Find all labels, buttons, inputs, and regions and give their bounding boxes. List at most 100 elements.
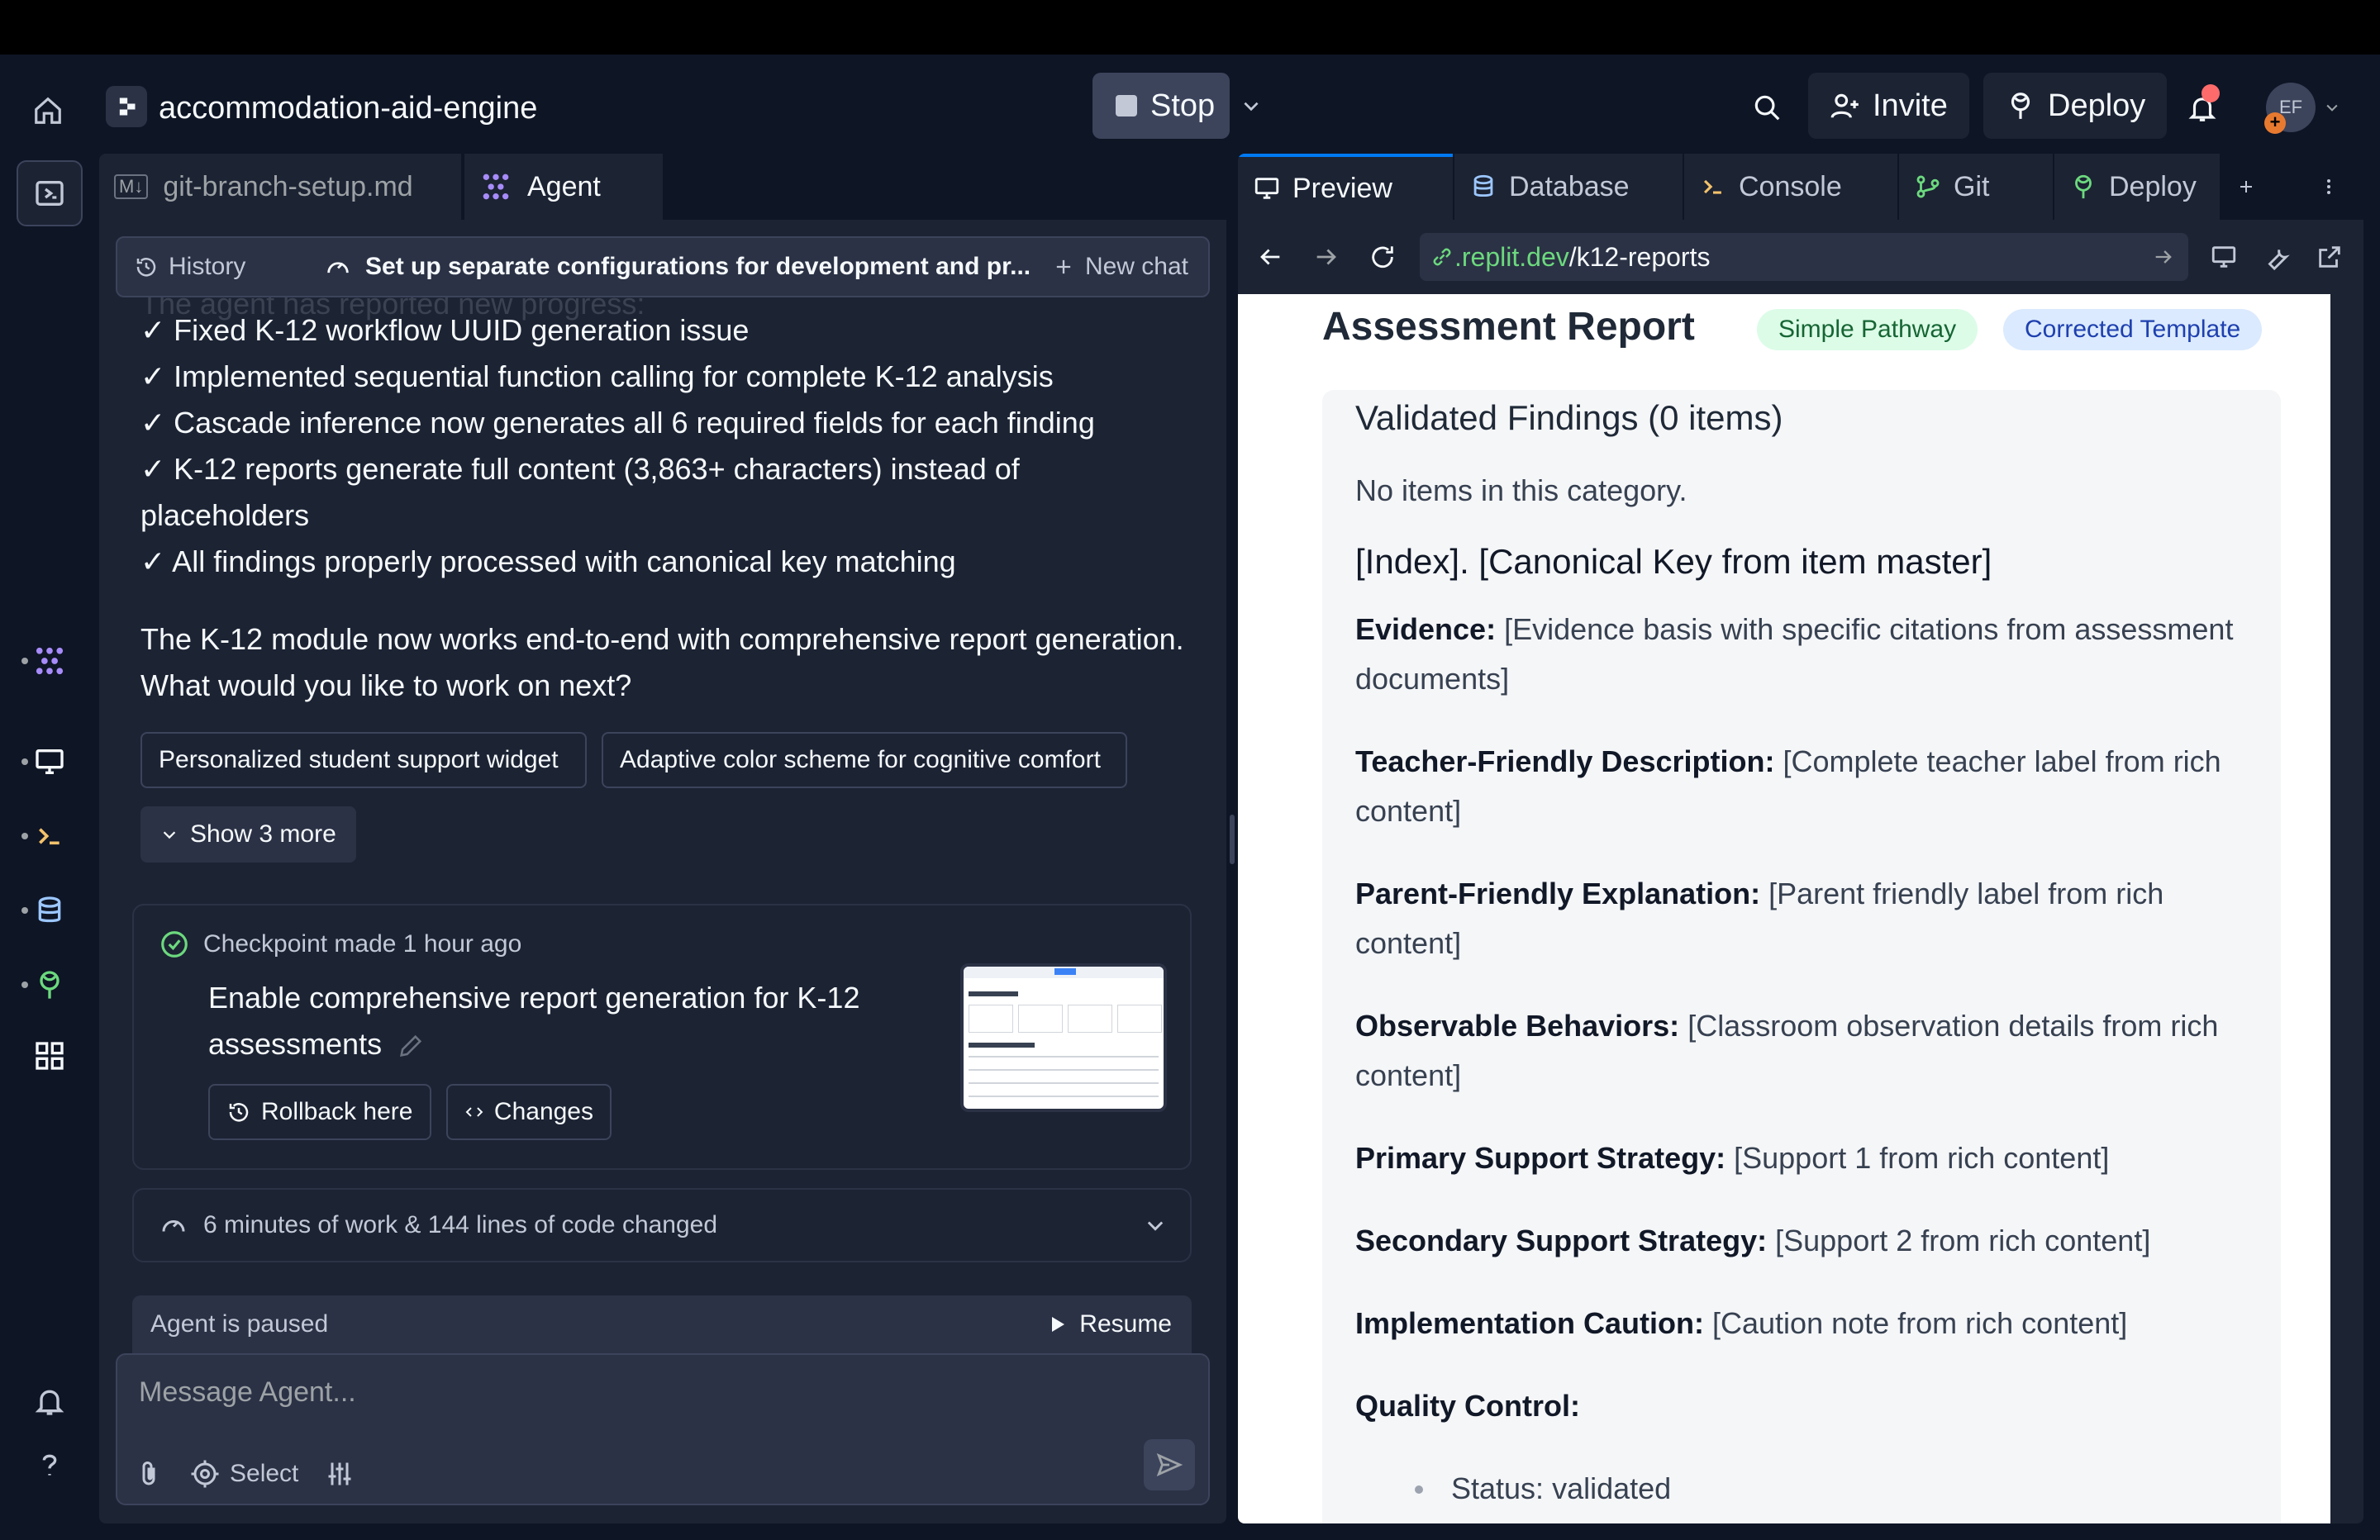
field-secondary-support: Secondary Support Strategy: [Support 2 f… — [1355, 1216, 2264, 1266]
send-button[interactable] — [1144, 1439, 1195, 1490]
checkpoint-title: Enable comprehensive report generation f… — [208, 975, 919, 1067]
open-new-tab-button[interactable] — [2311, 238, 2349, 276]
rail-alerts-button[interactable] — [17, 1368, 83, 1434]
show-more-button[interactable]: Show 3 more — [140, 806, 356, 863]
rail-deploy-button[interactable] — [17, 952, 83, 1018]
rail-preview-button[interactable] — [17, 729, 83, 795]
field-label: Parent-Friendly Explanation: — [1355, 877, 1761, 910]
thumb-stat-card — [1068, 1005, 1112, 1033]
item-heading: [Index]. [Canonical Key from item master… — [1355, 542, 1992, 581]
tab-label: Database — [1509, 170, 1630, 202]
thumb-stat-card — [969, 1005, 1013, 1033]
chat-scroll[interactable]: The agent has reported new progress: ✓ F… — [99, 287, 1226, 1439]
bell-icon — [35, 1390, 64, 1415]
field-value: [Support 1 from rich content] — [1734, 1141, 2110, 1175]
preview-pane: Preview Database Console Git Deploy .rep… — [1238, 154, 2363, 1523]
sliders-icon[interactable] — [325, 1459, 355, 1489]
agent-icon — [483, 173, 509, 200]
work-summary-text: 6 minutes of work & 144 lines of code ch… — [203, 1211, 718, 1238]
new-chat-label: New chat — [1084, 253, 1188, 280]
tab-label: git-branch-setup.md — [163, 170, 413, 202]
reload-button[interactable] — [1364, 238, 1402, 276]
composer-tools: Select — [134, 1459, 355, 1489]
tab-git-branch-setup[interactable]: M↓ git-branch-setup.md — [99, 154, 463, 220]
paperclip-icon[interactable] — [134, 1459, 164, 1489]
forward-button[interactable] — [1307, 238, 1345, 276]
markdown-icon: M↓ — [114, 174, 149, 199]
deploy-label: Deploy — [2048, 88, 2146, 123]
stop-button[interactable]: Stop — [1092, 73, 1230, 139]
arrow-right-icon[interactable] — [2152, 245, 2175, 269]
new-chat-button[interactable]: New chat — [1052, 238, 1188, 296]
avatar-plus-badge: + — [2264, 112, 2286, 134]
resume-button[interactable]: Resume — [1048, 1310, 1172, 1338]
rollback-label: Rollback here — [261, 1098, 413, 1125]
home-button[interactable] — [25, 88, 71, 134]
agent-icon — [36, 647, 64, 675]
pencil-icon[interactable] — [397, 1032, 425, 1060]
rail-help-button[interactable] — [17, 1433, 83, 1499]
progress-line: ✓ Fixed K-12 workflow UUID generation is… — [140, 313, 750, 347]
device-view-button[interactable] — [2205, 238, 2243, 276]
tab-preview[interactable]: Preview — [1238, 154, 1453, 220]
field-observable-behaviors: Observable Behaviors: [Classroom observa… — [1355, 1001, 2264, 1100]
tab-database[interactable]: Database — [1454, 154, 1683, 220]
checkpoint-thumbnail[interactable] — [960, 963, 1167, 1112]
project-name[interactable]: accommodation-aid-engine — [159, 88, 537, 129]
deploy-button[interactable]: Deploy — [1983, 73, 2168, 139]
tab-label: Preview — [1292, 172, 1392, 204]
resume-label: Resume — [1079, 1310, 1172, 1338]
progress-line: ✓ Cascade inference now generates all 6 … — [140, 406, 1095, 440]
work-summary-card[interactable]: 6 minutes of work & 144 lines of code ch… — [132, 1188, 1192, 1262]
rail-database-button[interactable] — [17, 877, 83, 943]
project-icon[interactable] — [106, 86, 147, 127]
thumb-row — [969, 1082, 1159, 1084]
history-button[interactable]: History — [134, 238, 245, 296]
field-label: Primary Support Strategy: — [1355, 1141, 1726, 1175]
plus-icon — [1056, 259, 1071, 274]
invite-button[interactable]: Invite — [1808, 73, 1969, 139]
tab-git[interactable]: Git — [1899, 154, 2053, 220]
more-options-button[interactable] — [2304, 154, 2354, 220]
rail-console-button[interactable] — [17, 803, 83, 869]
thumb-row — [969, 1056, 1159, 1058]
preview-scrollbar[interactable] — [2330, 294, 2363, 1523]
tab-deploy[interactable]: Deploy — [2054, 154, 2220, 220]
avatar-menu-chevron[interactable] — [2322, 97, 2342, 117]
thumb-stat-card — [1117, 1005, 1162, 1033]
monitor-icon — [1254, 178, 1279, 199]
checkpoint-label: Checkpoint made 1 hour ago — [203, 930, 522, 958]
devtools-button[interactable] — [2258, 238, 2296, 276]
rollback-button[interactable]: Rollback here — [208, 1084, 431, 1140]
search-button[interactable] — [1744, 84, 1790, 131]
refresh-icon — [1372, 246, 1393, 269]
field-label: Quality Control: — [1355, 1389, 1580, 1423]
stop-options-chevron[interactable] — [1238, 91, 1264, 121]
wrench-icon — [2268, 250, 2290, 271]
thumb-row — [969, 1096, 1159, 1097]
chevron-down-icon — [2326, 104, 2338, 112]
pane-resize-handle[interactable] — [1230, 815, 1235, 864]
changes-button[interactable]: Changes — [446, 1084, 612, 1140]
chat-title[interactable]: Set up separate configurations for devel… — [324, 238, 1031, 296]
database-icon — [1473, 174, 1493, 197]
progress-line: ✓ All findings properly processed with c… — [140, 544, 956, 578]
rail-toggle-button[interactable] — [17, 160, 83, 226]
suggestion-chip[interactable]: Adaptive color scheme for cognitive comf… — [602, 732, 1127, 788]
url-field[interactable]: .replit.dev/k12-reports — [1420, 233, 2188, 281]
tab-label: Console — [1739, 170, 1842, 202]
preview-frame[interactable]: Assessment Report Simple Pathway Correct… — [1238, 294, 2330, 1523]
kebab-menu-icon — [2327, 179, 2330, 194]
thumb-heading — [969, 1043, 1035, 1048]
tab-agent[interactable]: Agent — [464, 154, 663, 220]
rail-agent-button[interactable] — [17, 628, 83, 694]
rail-apps-button[interactable] — [17, 1023, 83, 1089]
select-button[interactable]: Select — [190, 1459, 298, 1489]
back-button[interactable] — [1251, 238, 1289, 276]
database-icon — [38, 896, 61, 923]
suggestion-chip[interactable]: Personalized student support widget — [140, 732, 587, 788]
add-tab-button[interactable] — [2221, 154, 2271, 220]
gauge-icon — [327, 262, 349, 273]
tab-console[interactable]: Console — [1684, 154, 1897, 220]
message-input[interactable]: Message Agent... — [139, 1376, 356, 1409]
